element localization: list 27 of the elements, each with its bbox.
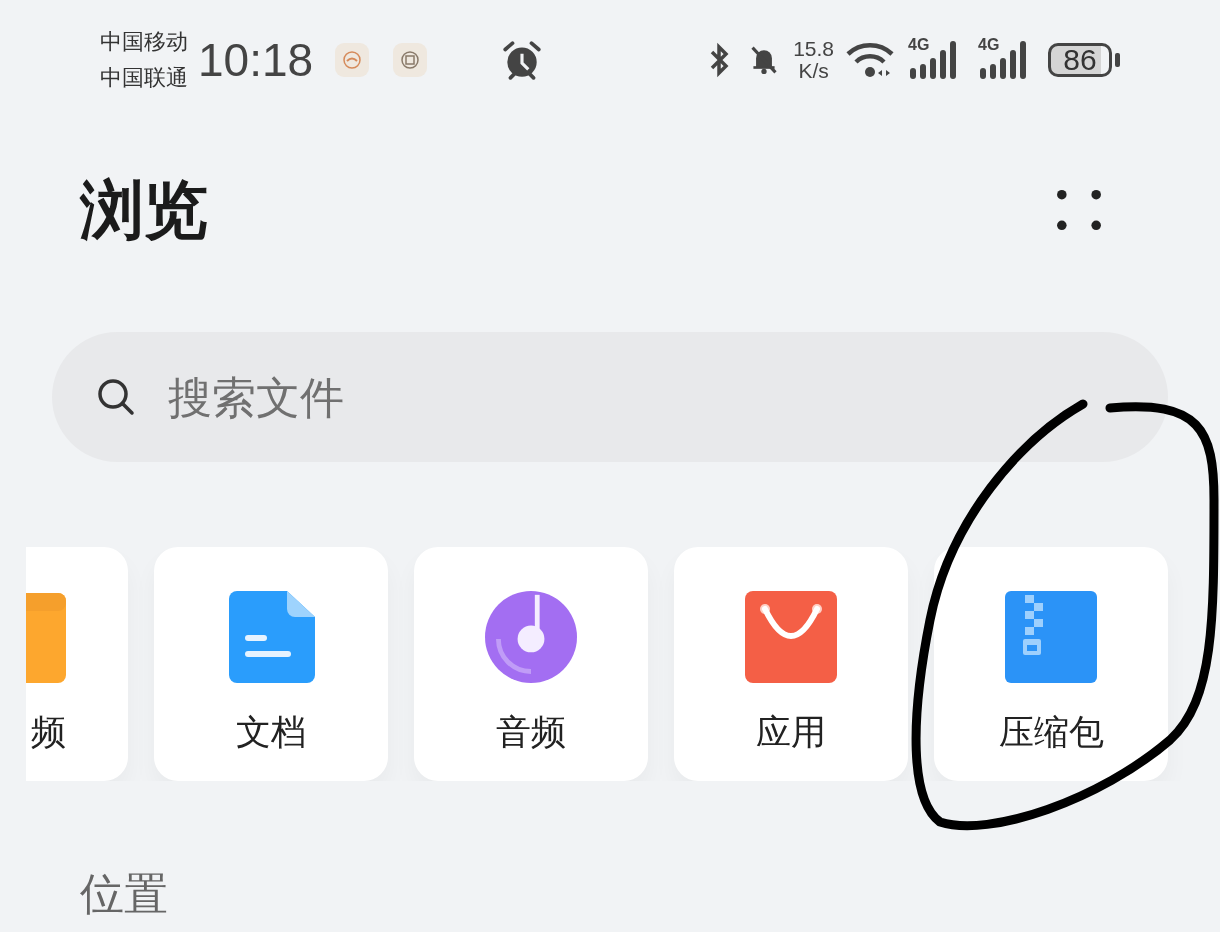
search-icon (96, 377, 136, 417)
category-card[interactable]: 音频 (414, 547, 648, 781)
network-type-label: 4G (978, 36, 1000, 54)
battery-tip-icon (1115, 53, 1120, 67)
network-speed-value: 15.8 (793, 38, 834, 60)
section-heading: 位置 (80, 868, 168, 919)
page-title: 浏览 (80, 171, 208, 249)
alarm-clock-icon (501, 39, 544, 81)
music-disc-icon (485, 591, 577, 683)
search-field[interactable]: 搜索文件 (166, 370, 670, 424)
app-notification-icon (335, 43, 370, 77)
category-card[interactable]: 压缩包 (934, 547, 1168, 781)
category-card[interactable]: 文档 (154, 547, 388, 781)
network-type-label: 4G (908, 36, 930, 54)
network-speed-unit: K/s (798, 60, 829, 82)
category-card[interactable]: 频 (26, 547, 128, 781)
category-card[interactable]: 应用 (674, 547, 908, 781)
more-options-icon[interactable] (1056, 189, 1102, 231)
wifi-icon (846, 40, 894, 80)
carrier-name: 中国联通 (100, 64, 188, 92)
search-bar[interactable]: 搜索文件 (52, 332, 1168, 462)
zip-file-icon (1005, 591, 1097, 683)
app-notification-icon (393, 43, 428, 77)
status-time: 10:18 (198, 33, 314, 87)
shopping-bag-icon (745, 591, 837, 683)
carrier-name: 中国移动 (100, 28, 188, 56)
battery-indicator: 86 (1048, 43, 1112, 77)
